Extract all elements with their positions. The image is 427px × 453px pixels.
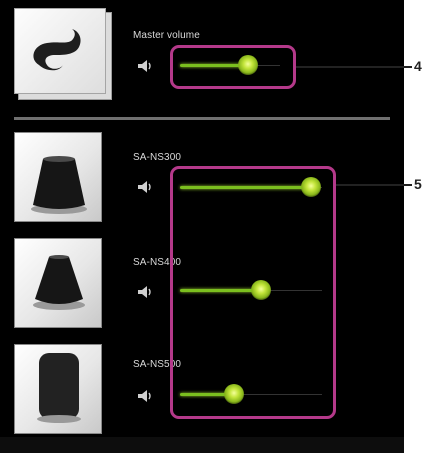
- callout-line-5: [336, 184, 412, 186]
- speaker-thumbnail-3: [14, 344, 102, 434]
- callout-number-5: 5: [414, 176, 422, 192]
- bottom-strip: [0, 437, 404, 453]
- master-volume-label: Master volume: [133, 30, 200, 41]
- speaker-icon[interactable]: [137, 180, 153, 194]
- speaker-cone-icon: [31, 156, 87, 214]
- speaker-thumbnail-2: [14, 238, 102, 328]
- master-thumbnail-front: [14, 8, 106, 94]
- callout-box-4: [170, 45, 296, 89]
- master-thumbnail: [14, 8, 116, 104]
- speaker-icon[interactable]: [137, 285, 153, 299]
- speaker-cone-icon: [33, 255, 85, 310]
- section-divider: [14, 117, 390, 120]
- music-note-icon: [33, 29, 81, 71]
- speaker-thumbnail-1: [14, 132, 102, 222]
- speaker-cylinder-icon: [37, 353, 81, 423]
- callout-number-4: 4: [414, 58, 422, 74]
- speaker-icon[interactable]: [137, 389, 153, 403]
- callout-box-5: [170, 166, 336, 419]
- callout-line-4: [296, 66, 412, 68]
- speaker-label-1: SA-NS300: [133, 152, 182, 163]
- speaker-icon[interactable]: [137, 59, 153, 73]
